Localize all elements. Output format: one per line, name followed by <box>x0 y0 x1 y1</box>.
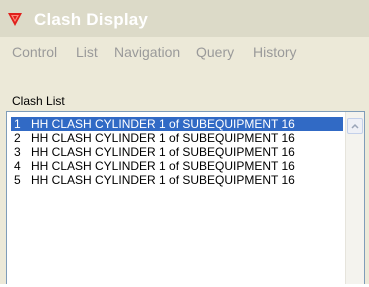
title-bar[interactable]: Clash Display <box>0 0 369 37</box>
menu-query[interactable]: Query <box>196 44 234 60</box>
clash-item-text: HH CLASH CYLINDER 1 of SUBEQUIPMENT 16 <box>31 117 295 131</box>
menu-navigation[interactable]: Navigation <box>114 44 180 60</box>
clash-item-number: 2 <box>14 131 21 145</box>
clash-list-item[interactable]: 5 HH CLASH CYLINDER 1 of SUBEQUIPMENT 16 <box>11 173 343 187</box>
clash-display-window: Clash Display Control List Navigation Qu… <box>0 0 369 284</box>
clash-item-number: 5 <box>14 173 21 187</box>
scroll-up-button[interactable] <box>347 118 363 134</box>
menu-bar: Control List Navigation Query History <box>0 40 369 64</box>
menu-list[interactable]: List <box>76 44 98 60</box>
red-triangle-logo-icon <box>8 13 22 26</box>
clash-list-item[interactable]: 2 HH CLASH CYLINDER 1 of SUBEQUIPMENT 16 <box>11 131 343 145</box>
clash-list-item[interactable]: 4 HH CLASH CYLINDER 1 of SUBEQUIPMENT 16 <box>11 159 343 173</box>
clash-item-number: 3 <box>14 145 21 159</box>
clash-item-number: 4 <box>14 159 21 173</box>
clash-list-rows: 1 HH CLASH CYLINDER 1 of SUBEQUIPMENT 16 … <box>11 117 343 287</box>
vertical-scrollbar[interactable] <box>345 112 364 284</box>
menu-control[interactable]: Control <box>12 44 57 60</box>
clash-item-text: HH CLASH CYLINDER 1 of SUBEQUIPMENT 16 <box>31 145 295 159</box>
clash-listbox[interactable]: 1 HH CLASH CYLINDER 1 of SUBEQUIPMENT 16 … <box>6 111 365 284</box>
clash-list-item[interactable]: 1 HH CLASH CYLINDER 1 of SUBEQUIPMENT 16 <box>11 117 343 131</box>
clash-item-text: HH CLASH CYLINDER 1 of SUBEQUIPMENT 16 <box>31 131 295 145</box>
clash-item-number: 1 <box>14 117 21 131</box>
clash-list-item[interactable]: 3 HH CLASH CYLINDER 1 of SUBEQUIPMENT 16 <box>11 145 343 159</box>
clash-item-text: HH CLASH CYLINDER 1 of SUBEQUIPMENT 16 <box>31 159 295 173</box>
clash-item-text: HH CLASH CYLINDER 1 of SUBEQUIPMENT 16 <box>31 173 295 187</box>
menu-history[interactable]: History <box>253 44 297 60</box>
chevron-up-icon <box>351 123 359 129</box>
clash-list-label: Clash List <box>12 94 65 108</box>
window-title: Clash Display <box>34 10 149 29</box>
